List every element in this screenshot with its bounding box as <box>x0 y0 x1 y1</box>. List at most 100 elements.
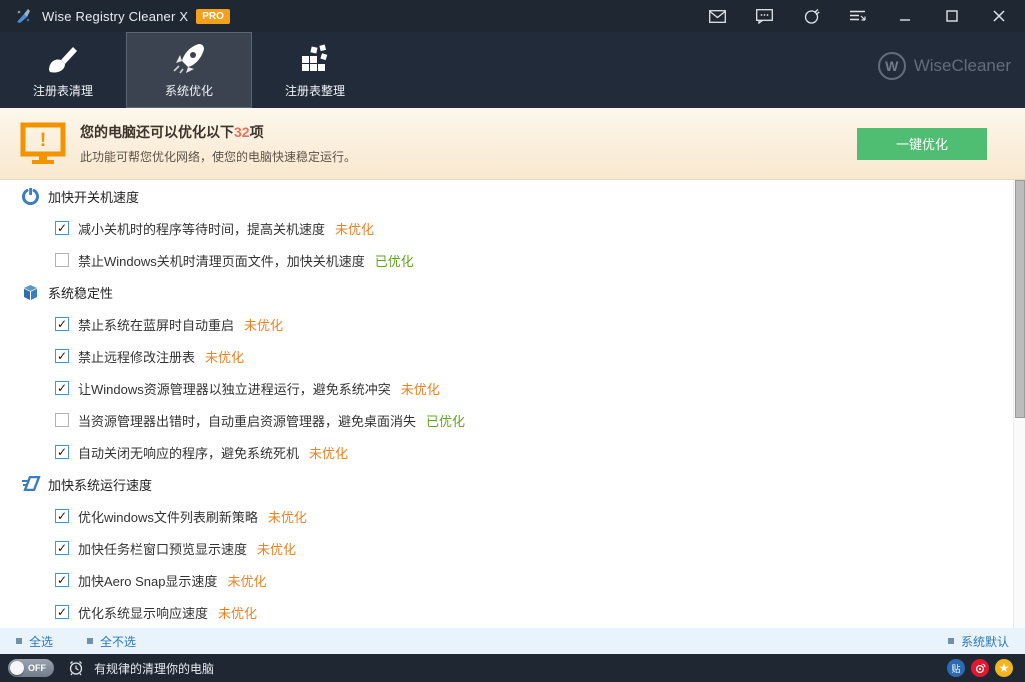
select-none-link[interactable]: 全不选 <box>87 633 136 650</box>
notification-subtitle: 此功能可帮您优化网络，使您的电脑快速稳定运行。 <box>80 148 857 165</box>
cube-icon <box>22 284 39 301</box>
window-title: Wise Registry Cleaner X <box>42 9 188 24</box>
item-checkbox[interactable]: ✓ <box>55 317 69 331</box>
item-label: 优化windows文件列表刷新策略 <box>78 507 258 526</box>
brand-logo: W WiseCleaner <box>878 52 1011 80</box>
item-status: 未优化 <box>401 379 440 398</box>
optimization-item: ✓ 禁止系统在蓝屏时自动重启未优化 <box>0 308 1013 340</box>
section-header: 加快开关机速度 <box>0 180 1013 212</box>
optimization-item: ✓ 减小关机时的程序等待时间，提高关机速度未优化 <box>0 212 1013 244</box>
bullet-icon <box>948 638 954 644</box>
item-status: 已优化 <box>426 411 465 430</box>
minimize-button[interactable] <box>895 6 915 26</box>
item-label: 优化系统显示响应速度 <box>78 603 208 622</box>
toggle-knob-icon <box>10 661 24 675</box>
optimization-item: ✓ 让Windows资源管理器以独立进程运行，避免系统冲突未优化 <box>0 372 1013 404</box>
bullet-icon <box>16 638 22 644</box>
item-label: 加快Aero Snap显示速度 <box>78 571 217 590</box>
section-title: 加快系统运行速度 <box>48 475 152 494</box>
optimization-item: ✓ 优化系统显示响应速度未优化 <box>0 596 1013 628</box>
tab-registry-defrag[interactable]: 注册表整理 <box>252 32 378 108</box>
brush-icon <box>45 38 81 76</box>
scrollbar-track[interactable] <box>1013 180 1025 628</box>
optimization-item: ✓ 自动关闭无响应的程序，避免系统死机未优化 <box>0 436 1013 468</box>
section-header: 系统稳定性 <box>0 276 1013 308</box>
weibo-share-icon[interactable] <box>971 659 989 677</box>
optimization-item: ✓ 加快Aero Snap显示速度未优化 <box>0 564 1013 596</box>
optimization-item: 禁止Windows关机时清理页面文件，加快关机速度已优化 <box>0 244 1013 276</box>
selection-bar: 全选 全不选 系统默认 <box>0 628 1025 654</box>
item-status: 未优化 <box>268 507 307 526</box>
schedule-toggle[interactable]: OFF <box>8 659 54 677</box>
optimization-item: 当资源管理器出错时，自动重启资源管理器，避免桌面消失已优化 <box>0 404 1013 436</box>
item-checkbox[interactable]: ✓ <box>55 509 69 523</box>
item-status: 未优化 <box>205 347 244 366</box>
item-status: 未优化 <box>244 315 283 334</box>
tab-bar: 注册表清理 系统优化 注册表整理 W WiseCleaner <box>0 32 1025 108</box>
optimization-item: ✓ 优化windows文件列表刷新策略未优化 <box>0 500 1013 532</box>
optimization-list: 加快开关机速度✓减小关机时的程序等待时间，提高关机速度未优化禁止Windows关… <box>0 180 1025 628</box>
speed-icon <box>22 476 39 493</box>
item-checkbox[interactable]: ✓ <box>55 381 69 395</box>
item-checkbox[interactable]: ✓ <box>55 221 69 235</box>
wisecleaner-logo-text: WiseCleaner <box>914 56 1011 76</box>
schedule-hint-text: 有规律的清理你的电脑 <box>94 660 214 677</box>
optimization-item: ✓ 禁止远程修改注册表未优化 <box>0 340 1013 372</box>
notification-title: 您的电脑还可以优化以下32项 <box>80 122 857 142</box>
item-label: 让Windows资源管理器以独立进程运行，避免系统冲突 <box>78 379 391 398</box>
item-status: 未优化 <box>309 443 348 462</box>
tab-label: 系统优化 <box>165 82 213 99</box>
qzone-share-icon[interactable]: ★ <box>995 659 1013 677</box>
item-checkbox[interactable]: ✓ <box>55 573 69 587</box>
menu-icon[interactable] <box>848 6 868 26</box>
tab-label: 注册表整理 <box>285 82 345 99</box>
monitor-alert-icon: ! <box>20 122 66 166</box>
item-label: 当资源管理器出错时，自动重启资源管理器，避免桌面消失 <box>78 411 416 430</box>
item-status: 未优化 <box>335 219 374 238</box>
item-status: 未优化 <box>218 603 257 622</box>
section-title: 加快开关机速度 <box>48 187 139 206</box>
optimization-item: ✓ 加快任务栏窗口预览显示速度未优化 <box>0 532 1013 564</box>
item-status: 已优化 <box>375 251 414 270</box>
item-label: 自动关闭无响应的程序，避免系统死机 <box>78 443 299 462</box>
notification-bar: ! 您的电脑还可以优化以下32项 此功能可帮您优化网络，使您的电脑快速稳定运行。… <box>0 108 1025 180</box>
item-checkbox[interactable] <box>55 253 69 267</box>
defrag-icon <box>298 38 332 76</box>
item-label: 减小关机时的程序等待时间，提高关机速度 <box>78 219 325 238</box>
tab-label: 注册表清理 <box>33 82 93 99</box>
support-tools-icon[interactable] <box>801 6 821 26</box>
tab-system-tuneup[interactable]: 系统优化 <box>126 32 252 108</box>
item-label: 禁止远程修改注册表 <box>78 347 195 366</box>
wisecleaner-mark-icon: W <box>878 52 906 80</box>
close-button[interactable] <box>989 6 1009 26</box>
item-label: 禁止系统在蓝屏时自动重启 <box>78 315 234 334</box>
scrollbar-thumb[interactable] <box>1015 180 1025 418</box>
tab-registry-cleaner[interactable]: 注册表清理 <box>0 32 126 108</box>
item-label: 禁止Windows关机时清理页面文件，加快关机速度 <box>78 251 365 270</box>
status-bar: OFF 有规律的清理你的电脑 贴 ★ <box>0 654 1025 682</box>
item-checkbox[interactable]: ✓ <box>55 445 69 459</box>
item-label: 加快任务栏窗口预览显示速度 <box>78 539 247 558</box>
tieba-share-icon[interactable]: 贴 <box>947 659 965 677</box>
item-checkbox[interactable]: ✓ <box>55 349 69 363</box>
feedback-icon[interactable] <box>754 6 774 26</box>
item-checkbox[interactable] <box>55 413 69 427</box>
section-header: 加快系统运行速度 <box>0 468 1013 500</box>
item-status: 未优化 <box>227 571 266 590</box>
one-click-optimize-button[interactable]: 一键优化 <box>857 128 987 160</box>
pro-badge: PRO <box>196 9 230 24</box>
power-icon <box>22 188 39 205</box>
system-default-link[interactable]: 系统默认 <box>948 633 1009 650</box>
item-status: 未优化 <box>257 539 296 558</box>
app-icon <box>14 7 32 25</box>
item-checkbox[interactable]: ✓ <box>55 541 69 555</box>
alarm-clock-icon <box>68 660 84 676</box>
svg-text:!: ! <box>40 130 46 151</box>
title-bar: Wise Registry Cleaner X PRO <box>0 0 1025 32</box>
bullet-icon <box>87 638 93 644</box>
item-checkbox[interactable]: ✓ <box>55 605 69 619</box>
maximize-button[interactable] <box>942 6 962 26</box>
section-title: 系统稳定性 <box>48 283 113 302</box>
select-all-link[interactable]: 全选 <box>16 633 53 650</box>
mail-icon[interactable] <box>707 6 727 26</box>
